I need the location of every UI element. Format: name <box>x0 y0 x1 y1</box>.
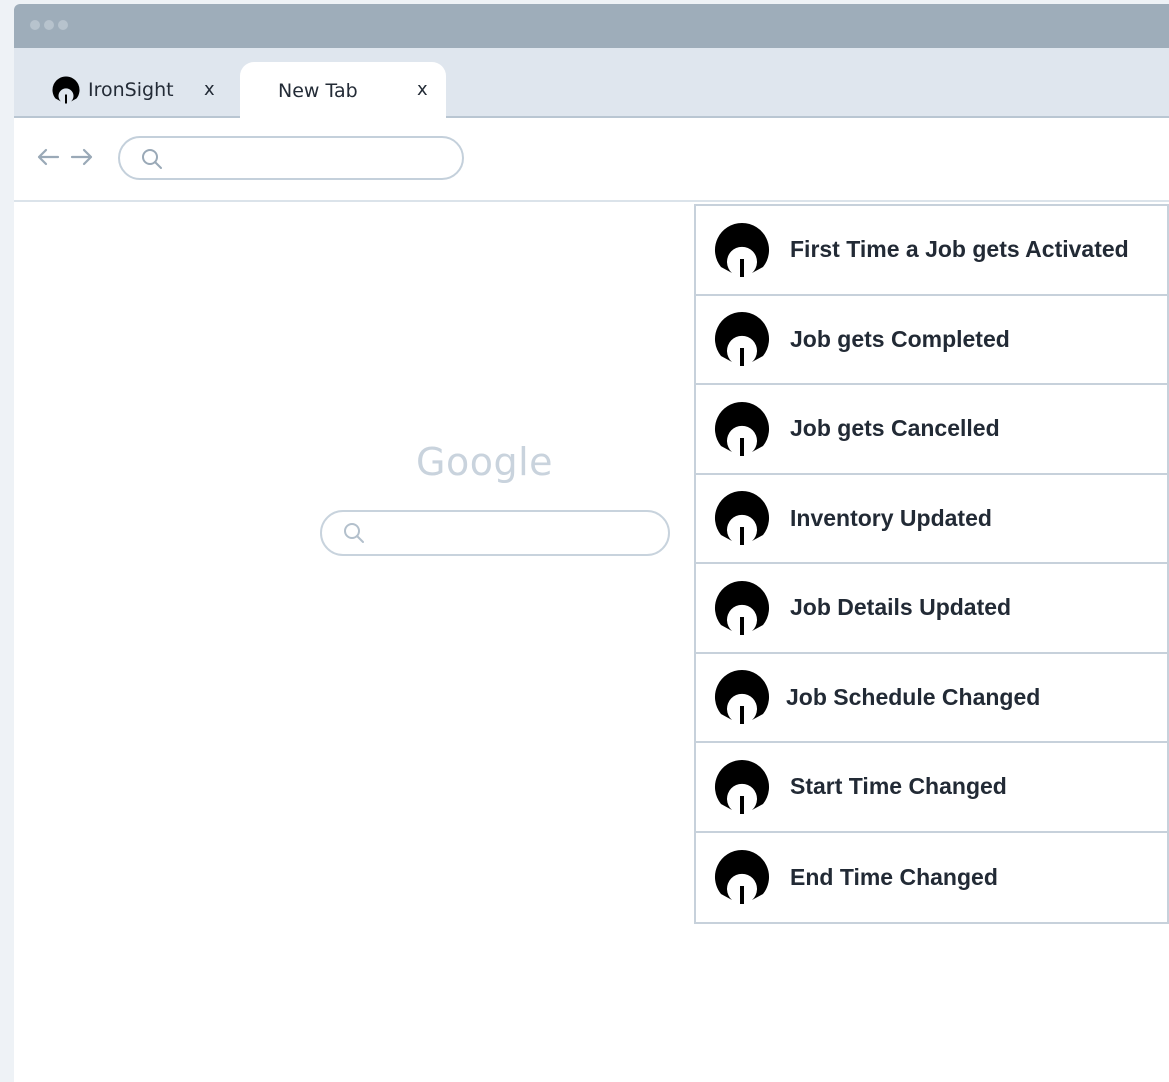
arrow-left-icon[interactable] <box>36 148 60 166</box>
dropdown-item-label: Job gets Cancelled <box>790 415 1000 442</box>
google-logo: Google <box>416 440 554 484</box>
window-controls <box>30 20 68 30</box>
dropdown-item-label: End Time Changed <box>790 863 998 890</box>
browser-toolbar <box>14 118 1169 202</box>
dropdown-item-first-time-job-activated[interactable]: First Time a Job gets Activated <box>696 206 1167 296</box>
ironsight-logo-icon <box>714 580 770 635</box>
tab-close-button[interactable]: x <box>417 79 428 100</box>
dropdown-item-job-completed[interactable]: Job gets Completed <box>696 296 1167 385</box>
tab-new-tab[interactable]: New Tab x <box>240 62 446 120</box>
search-input[interactable] <box>320 510 670 556</box>
dropdown-item-label: Inventory Updated <box>790 504 992 531</box>
browser-window: IronSight x New Tab x Google First Time … <box>14 4 1169 1082</box>
ironsight-logo-icon <box>714 222 770 277</box>
dropdown-item-job-cancelled[interactable]: Job gets Cancelled <box>696 385 1167 475</box>
ironsight-logo-icon <box>714 401 770 456</box>
dropdown-item-label: Job gets Completed <box>790 325 1010 352</box>
minimize-window-dot[interactable] <box>44 20 54 30</box>
tab-close-button[interactable]: x <box>204 79 215 100</box>
ironsight-logo-icon <box>714 759 770 814</box>
ironsight-logo-icon <box>714 850 770 905</box>
ironsight-logo-icon <box>714 670 770 725</box>
search-icon <box>342 521 366 549</box>
dropdown-item-start-time-changed[interactable]: Start Time Changed <box>696 743 1167 833</box>
dropdown-item-job-details-updated[interactable]: Job Details Updated <box>696 564 1167 654</box>
tab-bar: IronSight x New Tab x <box>14 48 1169 120</box>
tab-title: New Tab <box>278 80 358 102</box>
dropdown-item-label: Job Schedule Changed <box>786 683 1041 710</box>
dropdown-item-label: Job Details Updated <box>790 594 1012 621</box>
close-window-dot[interactable] <box>30 20 40 30</box>
ironsight-logo-icon <box>52 76 80 104</box>
title-bar <box>14 4 1169 48</box>
arrow-right-icon[interactable] <box>70 148 94 166</box>
address-bar[interactable] <box>118 136 464 180</box>
dropdown-item-inventory-updated[interactable]: Inventory Updated <box>696 475 1167 564</box>
ironsight-logo-icon <box>714 312 770 367</box>
dropdown-item-label: Start Time Changed <box>790 773 1007 800</box>
maximize-window-dot[interactable] <box>58 20 68 30</box>
event-dropdown: First Time a Job gets Activated Job gets… <box>694 204 1169 924</box>
dropdown-item-end-time-changed[interactable]: End Time Changed <box>696 833 1167 923</box>
tab-ironsight[interactable]: IronSight x <box>52 62 252 118</box>
ironsight-logo-icon <box>714 491 770 546</box>
dropdown-item-job-schedule-changed[interactable]: Job Schedule Changed <box>696 654 1167 743</box>
search-icon <box>140 147 164 175</box>
dropdown-item-label: First Time a Job gets Activated <box>790 236 1129 263</box>
tab-title: IronSight <box>88 79 174 101</box>
